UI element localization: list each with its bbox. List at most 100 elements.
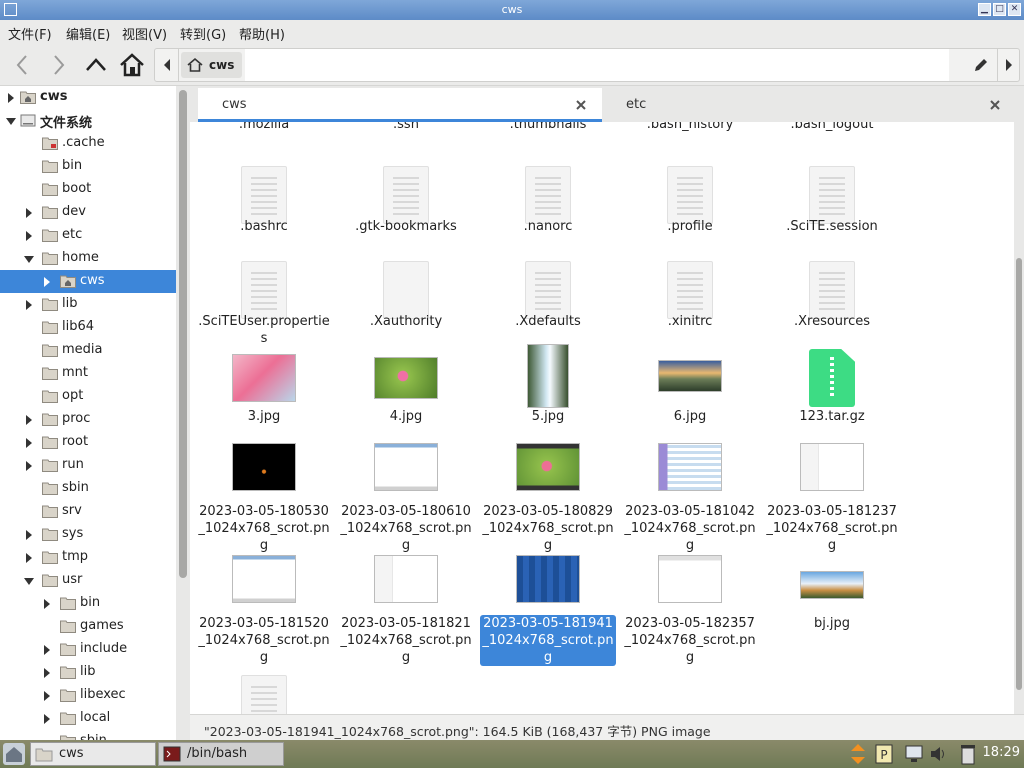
start-menu-icon[interactable] [2,742,26,766]
path-scroll-left-button[interactable] [155,49,179,81]
expander-collapsed-icon[interactable] [42,644,51,655]
sidebar-item-cws[interactable]: cws [0,86,176,109]
volume-icon[interactable] [928,743,948,765]
sidebar-item-cws[interactable]: cws [0,270,176,293]
path-scroll-right-button[interactable] [997,49,1019,81]
expander-collapsed-icon[interactable] [42,667,51,678]
locked-folder-icon [42,136,58,150]
task-cws[interactable]: cws [30,742,156,766]
sidebar-item-libexec[interactable]: libexec [0,684,176,707]
edit-path-button[interactable] [971,55,991,75]
menu-go[interactable]: 转到(G) [180,24,226,43]
file-view[interactable]: .bashrc .gtk-bookmarks .nanorc .profile .Sci… [190,122,1014,714]
sidebar-item-tmp[interactable]: tmp [0,546,176,569]
sidebar-item-home[interactable]: home [0,247,176,270]
folder-icon [60,665,76,679]
sidebar-item-lib64[interactable]: lib64 [0,316,176,339]
sidebar-item-run[interactable]: run [0,454,176,477]
expander-collapsed-icon[interactable] [24,529,33,540]
sidebar-item-usr[interactable]: usr [0,569,176,592]
menu-view[interactable]: 视图(V) [122,24,167,43]
sidebar-scrollbar-thumb[interactable] [179,90,187,578]
expander-collapsed-icon[interactable] [24,414,33,425]
tab-cws[interactable]: cws [198,88,602,122]
forward-button[interactable] [45,52,73,78]
folder-icon [42,527,58,541]
display-icon[interactable] [904,743,924,765]
sidebar-item-bin[interactable]: bin [0,155,176,178]
menu-file[interactable]: 文件(F) [8,24,52,43]
file-name: .profile [667,219,713,234]
expander-collapsed-icon[interactable] [24,230,33,241]
expander-collapsed-icon[interactable] [42,276,51,287]
sidebar-item-boot[interactable]: boot [0,178,176,201]
file-view-scrollbar-thumb[interactable] [1016,258,1022,690]
path-crumb-cws[interactable]: cws [181,52,243,78]
sidebar-item-sbin[interactable]: sbin [0,477,176,500]
sidebar-item-srv[interactable]: srv [0,500,176,523]
tab-label: cws [222,97,247,112]
expander-collapsed-icon[interactable] [42,690,51,701]
menu-help[interactable]: 帮助(H) [239,24,285,43]
sidebar-item-proc[interactable]: proc [0,408,176,431]
home-button[interactable] [118,52,146,78]
tab-etc[interactable]: etc [602,88,1014,122]
expander-collapsed-icon[interactable] [42,598,51,609]
close-tab-icon[interactable] [574,98,588,112]
close-button[interactable]: ✕ [1008,3,1021,16]
minimize-button[interactable]: ▁ [978,3,991,16]
status-bar: "2023-03-05-181941_1024x768_scrot.png": … [190,714,1024,740]
parking-p-icon[interactable]: P [874,743,894,765]
expander-expanded-icon[interactable] [24,575,34,585]
expander-collapsed-icon[interactable] [24,552,33,563]
menu-edit[interactable]: 编辑(E) [66,24,110,43]
sidebar-item-label: srv [62,503,82,518]
sidebar-item-opt[interactable]: opt [0,385,176,408]
sidebar-item-label: etc [62,227,83,242]
file-name: 2023-03-05-181821_1024x768_scrot.png [340,616,472,665]
text-file-icon [809,166,855,224]
expander-expanded-icon[interactable] [24,253,34,263]
sidebar-item-lib[interactable]: lib [0,293,176,316]
path-entry-area[interactable] [245,49,949,81]
file-name: .Xresources [793,314,871,329]
sidebar-item-local[interactable]: local [0,707,176,730]
sidebar-item-lib[interactable]: lib [0,661,176,684]
trash-icon[interactable] [958,743,978,765]
sidebar-item-cache[interactable]: .cache [0,132,176,155]
directory-tree[interactable]: cws 文件系统 .cache bin boot dev etc home cws lib lib6… [0,86,176,740]
sidebar-item-文件系统[interactable]: 文件系统 [0,109,176,132]
expander-collapsed-icon[interactable] [24,460,33,471]
sidebar-item-mnt[interactable]: mnt [0,362,176,385]
sidebar-item-media[interactable]: media [0,339,176,362]
sidebar-item-games[interactable]: games [0,615,176,638]
expander-collapsed-icon[interactable] [6,92,15,103]
maximize-button[interactable]: □ [993,3,1006,16]
back-button[interactable] [8,52,36,78]
sidebar-item-sys[interactable]: sys [0,523,176,546]
expander-collapsed-icon[interactable] [42,713,51,724]
sidebar-item-sbin[interactable]: sbin [0,730,176,740]
task-bin-bash[interactable]: /bin/bash [158,742,284,766]
expander-collapsed-icon[interactable] [24,299,33,310]
window-titlebar[interactable]: cws ▁ □ ✕ [0,0,1024,20]
sidebar-item-root[interactable]: root [0,431,176,454]
sidebar-item-include[interactable]: include [0,638,176,661]
file-name: .ssh [393,122,419,132]
folder-icon [42,435,58,449]
text-file-icon [241,166,287,224]
expander-expanded-icon[interactable] [6,115,16,125]
expander-collapsed-icon[interactable] [24,207,33,218]
file-view-scrollbar[interactable] [1014,122,1024,714]
text-file-icon [525,166,571,224]
up-button[interactable] [82,52,110,78]
updown-arrows-icon[interactable] [848,743,868,765]
file-name: 6.jpg [673,409,707,424]
sidebar-item-dev[interactable]: dev [0,201,176,224]
expander-collapsed-icon[interactable] [24,437,33,448]
close-tab-icon[interactable] [988,98,1002,112]
sidebar-item-bin[interactable]: bin [0,592,176,615]
folder-icon [42,343,58,357]
sidebar-item-etc[interactable]: etc [0,224,176,247]
sidebar-scrollbar[interactable] [176,86,190,740]
